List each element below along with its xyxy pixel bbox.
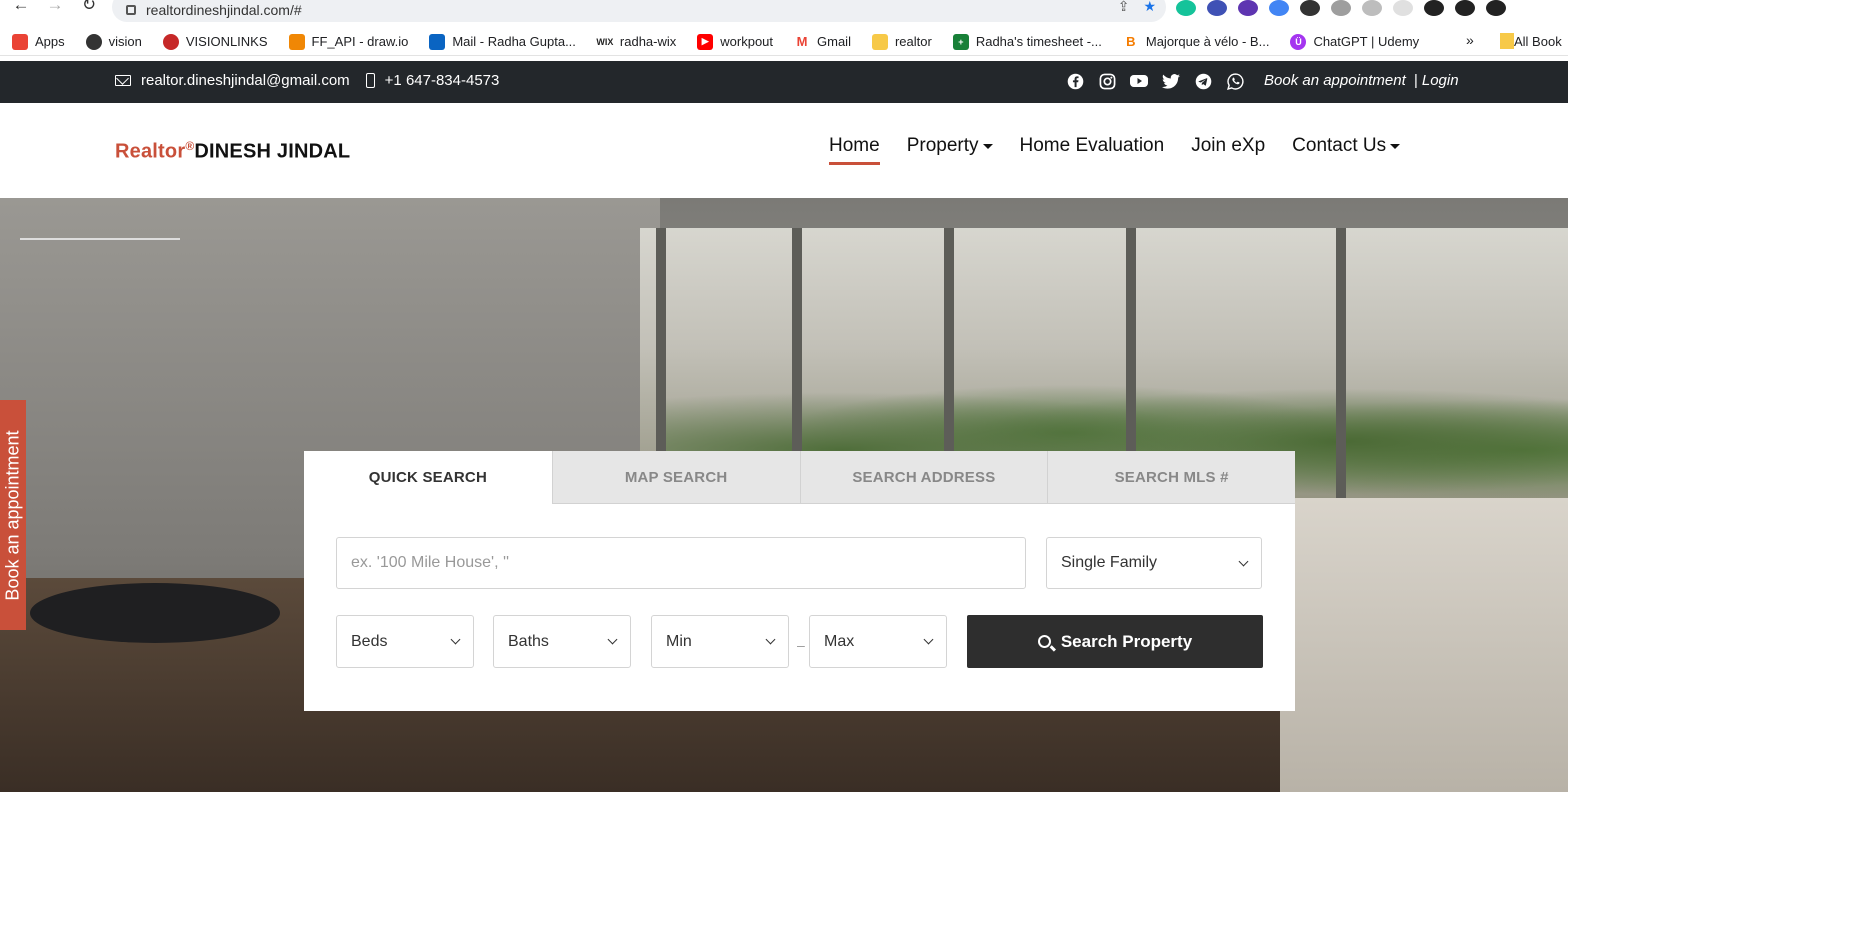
book-appointment-link[interactable]: Book an appointment bbox=[1264, 72, 1406, 89]
chevron-down-icon bbox=[1238, 556, 1249, 566]
nav-property[interactable]: Property bbox=[907, 135, 993, 163]
youtube-icon: ▶ bbox=[697, 33, 714, 50]
telegram-icon[interactable] bbox=[1194, 72, 1212, 90]
bookmark-timesheet[interactable]: + Radha's timesheet -... bbox=[952, 33, 1102, 50]
tab-search-mls[interactable]: SEARCH MLS # bbox=[1047, 451, 1295, 504]
tab-map-search[interactable]: MAP SEARCH bbox=[551, 451, 800, 504]
extension-icon[interactable] bbox=[1300, 0, 1320, 16]
media-icon[interactable] bbox=[1455, 0, 1475, 16]
grammarly-extension-icon[interactable] bbox=[1176, 0, 1196, 16]
lock-icon bbox=[126, 5, 136, 15]
bookmark-drawio[interactable]: FF_API - draw.io bbox=[288, 33, 408, 50]
instagram-icon[interactable] bbox=[1098, 72, 1116, 90]
email-icon bbox=[115, 75, 131, 86]
nav-join-exp[interactable]: Join eXp bbox=[1191, 135, 1265, 163]
max-price-select[interactable]: Max bbox=[809, 615, 947, 668]
bookmark-visionlinks[interactable]: VISIONLINKS bbox=[162, 33, 268, 50]
site-topbar: realtor.dineshjindal@gmail.com +1 647-83… bbox=[0, 61, 1568, 103]
udemy-icon: Ü bbox=[1290, 33, 1307, 50]
search-icon bbox=[1037, 635, 1051, 648]
bookmarks-overflow-icon[interactable]: » bbox=[1466, 32, 1474, 48]
forward-icon[interactable]: → bbox=[38, 0, 72, 16]
extension-icon[interactable] bbox=[1269, 0, 1289, 16]
share-icon[interactable]: ⇪ bbox=[1118, 0, 1130, 15]
bookmark-majorque[interactable]: B Majorque à vélo - B... bbox=[1122, 33, 1269, 50]
blogger-icon: B bbox=[1122, 33, 1139, 50]
chevron-down-icon bbox=[450, 634, 461, 645]
site-header: Realtor®DINESH JINDAL Home Property Home… bbox=[0, 103, 1568, 198]
puzzle-icon[interactable] bbox=[1424, 0, 1444, 16]
location-search-input[interactable]: ex. '100 Mile House', '' bbox=[336, 537, 1026, 589]
caret-down-icon bbox=[1390, 143, 1401, 149]
whatsapp-icon[interactable] bbox=[1226, 72, 1244, 90]
property-search-panel: QUICK SEARCH MAP SEARCH SEARCH ADDRESS S… bbox=[304, 451, 1295, 711]
caret-down-icon bbox=[982, 143, 993, 149]
tab-quick-search[interactable]: QUICK SEARCH bbox=[304, 451, 552, 504]
back-icon[interactable]: ← bbox=[4, 0, 38, 16]
bookmark-apps[interactable]: Apps bbox=[12, 33, 65, 50]
extension-icon[interactable] bbox=[1331, 0, 1351, 16]
extension-icon[interactable] bbox=[1393, 0, 1413, 16]
sheets-icon: + bbox=[952, 33, 969, 50]
baths-select[interactable]: Baths bbox=[493, 615, 631, 668]
gmail-icon: M bbox=[794, 33, 811, 50]
sidebar-icon[interactable] bbox=[1486, 0, 1506, 16]
bookmark-wix[interactable]: WIX radha-wix bbox=[596, 33, 676, 50]
nav-home[interactable]: Home bbox=[829, 135, 880, 165]
vision-icon bbox=[85, 33, 102, 50]
bookmark-outlook[interactable]: Mail - Radha Gupta... bbox=[429, 33, 576, 50]
bookmark-folder-realtor[interactable]: realtor bbox=[871, 33, 932, 50]
property-type-select[interactable]: Single Family bbox=[1046, 537, 1262, 589]
extension-icon[interactable] bbox=[1238, 0, 1258, 16]
bookmark-star-icon[interactable]: ★ bbox=[1143, 0, 1156, 15]
beds-select[interactable]: Beds bbox=[336, 615, 474, 668]
book-appointment-side-tab[interactable]: Book an appointment bbox=[0, 400, 26, 630]
folder-icon bbox=[1500, 33, 1514, 49]
reload-icon[interactable]: ↻ bbox=[72, 0, 106, 16]
facebook-icon[interactable] bbox=[1066, 72, 1084, 90]
browser-toolbar: ← → ↻ realtordineshjindal.com/# ⇪ ★ bbox=[0, 0, 1568, 26]
extensions-bar bbox=[1176, 0, 1506, 18]
extension-icon[interactable] bbox=[1207, 0, 1227, 16]
bookmarks-bar: Apps vision VISIONLINKS FF_API - draw.io… bbox=[0, 28, 1568, 56]
main-nav: Home Property Home Evaluation Join eXp C… bbox=[829, 135, 1401, 165]
chevron-down-icon bbox=[923, 634, 934, 645]
range-separator: – bbox=[797, 637, 805, 653]
folder-icon bbox=[871, 33, 888, 50]
nav-contact-us[interactable]: Contact Us bbox=[1292, 135, 1401, 163]
search-property-button[interactable]: Search Property bbox=[967, 615, 1263, 668]
address-bar[interactable]: realtordineshjindal.com/# ⇪ ★ bbox=[112, 0, 1166, 22]
bookmark-vision[interactable]: vision bbox=[85, 33, 142, 50]
nav-home-evaluation[interactable]: Home Evaluation bbox=[1020, 135, 1165, 163]
outlook-icon bbox=[429, 33, 446, 50]
min-price-select[interactable]: Min bbox=[651, 615, 789, 668]
login-link[interactable]: | Login bbox=[1414, 72, 1459, 89]
apps-grid-icon bbox=[12, 33, 28, 50]
phone-icon bbox=[365, 73, 375, 88]
site-logo[interactable]: Realtor®DINESH JINDAL bbox=[115, 139, 350, 164]
chevron-down-icon bbox=[607, 634, 618, 645]
url-text: realtordineshjindal.com/# bbox=[146, 2, 302, 18]
bookmark-gmail[interactable]: M Gmail bbox=[794, 33, 851, 50]
phone-link[interactable]: +1 647-834-4573 bbox=[385, 72, 500, 89]
wix-icon: WIX bbox=[596, 33, 613, 50]
youtube-icon[interactable] bbox=[1130, 72, 1148, 90]
bookmark-youtube[interactable]: ▶ workpout bbox=[697, 33, 773, 50]
visionlinks-icon bbox=[162, 33, 179, 50]
chevron-down-icon bbox=[765, 634, 776, 645]
bookmark-udemy[interactable]: Ü ChatGPT | Udemy bbox=[1290, 33, 1419, 50]
bookmark-all-bookmarks[interactable]: All Book bbox=[1500, 33, 1562, 49]
twitter-icon[interactable] bbox=[1162, 72, 1180, 90]
search-tabs: QUICK SEARCH MAP SEARCH SEARCH ADDRESS S… bbox=[304, 451, 1295, 504]
extension-icon[interactable] bbox=[1362, 0, 1382, 16]
tab-search-address[interactable]: SEARCH ADDRESS bbox=[799, 451, 1048, 504]
email-link[interactable]: realtor.dineshjindal@gmail.com bbox=[141, 72, 350, 89]
drawio-icon bbox=[288, 33, 305, 50]
